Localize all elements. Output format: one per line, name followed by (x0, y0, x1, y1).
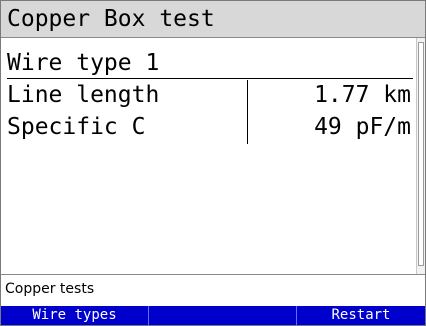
header-divider (7, 78, 413, 79)
scrollbar-thumb[interactable] (418, 42, 424, 266)
device-screen: Copper Box test Wire type 1 Line length … (0, 0, 426, 326)
result-row-line-length: Line length 1.77 km (1, 80, 415, 110)
restart-softkey[interactable]: Restart (297, 306, 425, 325)
screen-title: Copper Box test (7, 6, 215, 32)
specific-c-value: 49 pF/m (314, 114, 411, 140)
status-bar: Copper tests (1, 274, 425, 307)
empty-softkey[interactable] (149, 306, 297, 325)
result-row-specific-c: Specific C 49 pF/m (1, 112, 415, 142)
softkey-bar: Wire types Restart (1, 306, 425, 325)
wire-types-softkey[interactable]: Wire types (1, 306, 149, 325)
vertical-scrollbar[interactable] (416, 38, 425, 274)
title-bar: Copper Box test (1, 1, 425, 38)
wire-type-header: Wire type 1 (7, 50, 160, 76)
line-length-label: Line length (7, 82, 160, 108)
column-divider (247, 80, 248, 144)
line-length-value: 1.77 km (314, 82, 411, 108)
status-text: Copper tests (5, 281, 95, 297)
specific-c-label: Specific C (7, 114, 146, 140)
results-panel: Wire type 1 Line length 1.77 km Specific… (1, 38, 425, 274)
